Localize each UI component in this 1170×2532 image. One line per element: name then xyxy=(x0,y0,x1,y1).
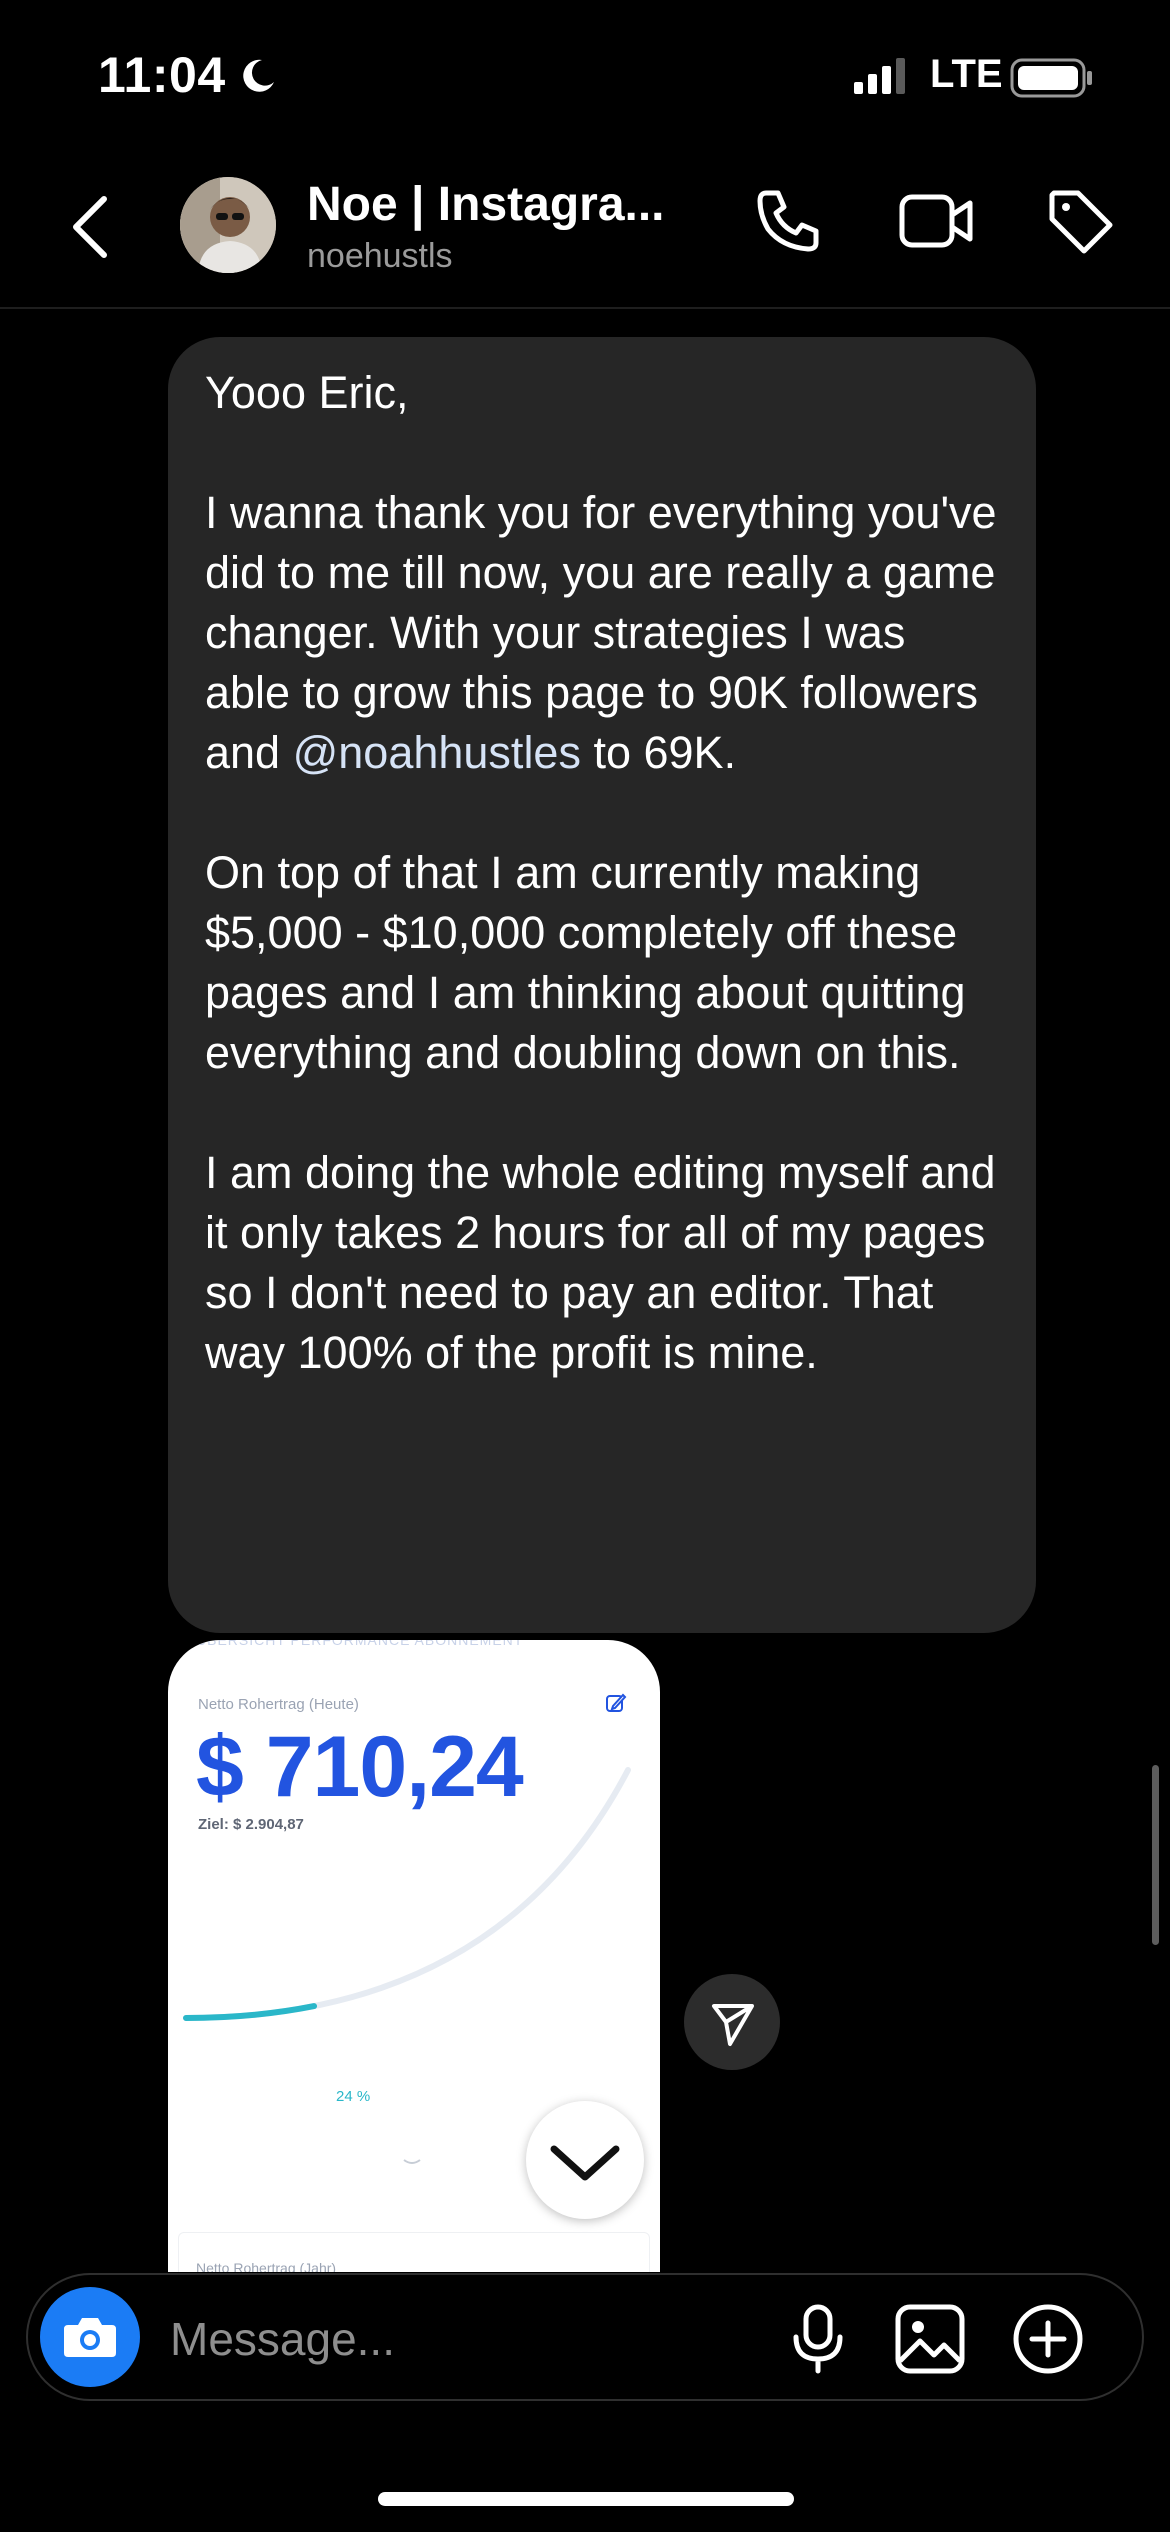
mention-link[interactable]: @noahhustles xyxy=(293,727,581,778)
moon-icon xyxy=(238,56,278,101)
contact-username[interactable]: noehustls xyxy=(307,237,453,276)
scroll-to-bottom-button[interactable] xyxy=(526,2101,644,2219)
camera-button[interactable] xyxy=(40,2287,140,2387)
message-paragraph: I am doing the whole editing myself and … xyxy=(205,1147,996,1378)
message-composer xyxy=(26,2273,1144,2401)
signal-icon xyxy=(854,58,914,99)
message-text: to 69K. xyxy=(580,727,737,778)
card-amount: $ 710,24 xyxy=(196,1719,524,1815)
message-paragraph: On top of that I am currently making $5,… xyxy=(205,847,966,1078)
network-type: LTE xyxy=(930,52,1003,96)
gallery-icon[interactable] xyxy=(894,2303,966,2380)
status-bar: 11:04 LTE xyxy=(0,0,1170,150)
chat-header: Noe | Instagra... noehustls xyxy=(0,165,1170,309)
card-percent: 24 % xyxy=(336,2088,371,2105)
message-input[interactable] xyxy=(168,2303,772,2375)
card-label-year: Netto Rohertrag (Jahr) xyxy=(196,2260,337,2272)
scrollbar[interactable] xyxy=(1152,1765,1159,1945)
avatar[interactable] xyxy=(180,177,276,273)
card-tabs: ÜBERSICHT PERFORMANCE ABONNEMENT xyxy=(196,1640,524,1648)
plus-circle-icon[interactable] xyxy=(1012,2303,1084,2380)
status-time: 11:04 xyxy=(98,47,226,103)
paper-plane-icon xyxy=(712,2004,754,2046)
card-goal: Ziel: $ 2.904,87 xyxy=(198,1816,304,1833)
message-greeting: Yooo Eric, xyxy=(205,367,409,418)
message-bubble[interactable]: Yooo Eric, I wanna thank you for everyth… xyxy=(168,337,1036,1633)
contact-name[interactable]: Noe | Instagra... xyxy=(307,177,665,232)
home-indicator[interactable] xyxy=(378,2492,794,2506)
message-paragraph: I wanna thank you for everything you've … xyxy=(205,483,1000,783)
share-button[interactable] xyxy=(684,1974,780,2070)
tag-icon[interactable] xyxy=(1044,185,1116,262)
microphone-icon[interactable] xyxy=(786,2303,850,2380)
camera-icon xyxy=(64,2318,116,2357)
back-chevron-icon[interactable] xyxy=(70,195,110,264)
edit-icon xyxy=(605,1692,627,1719)
video-camera-icon[interactable] xyxy=(898,185,976,262)
chevron-down-icon xyxy=(550,2145,620,2181)
phone-icon[interactable] xyxy=(752,185,824,262)
battery-icon xyxy=(1010,58,1094,103)
card-label-today: Netto Rohertrag (Heute) xyxy=(198,1696,359,1713)
